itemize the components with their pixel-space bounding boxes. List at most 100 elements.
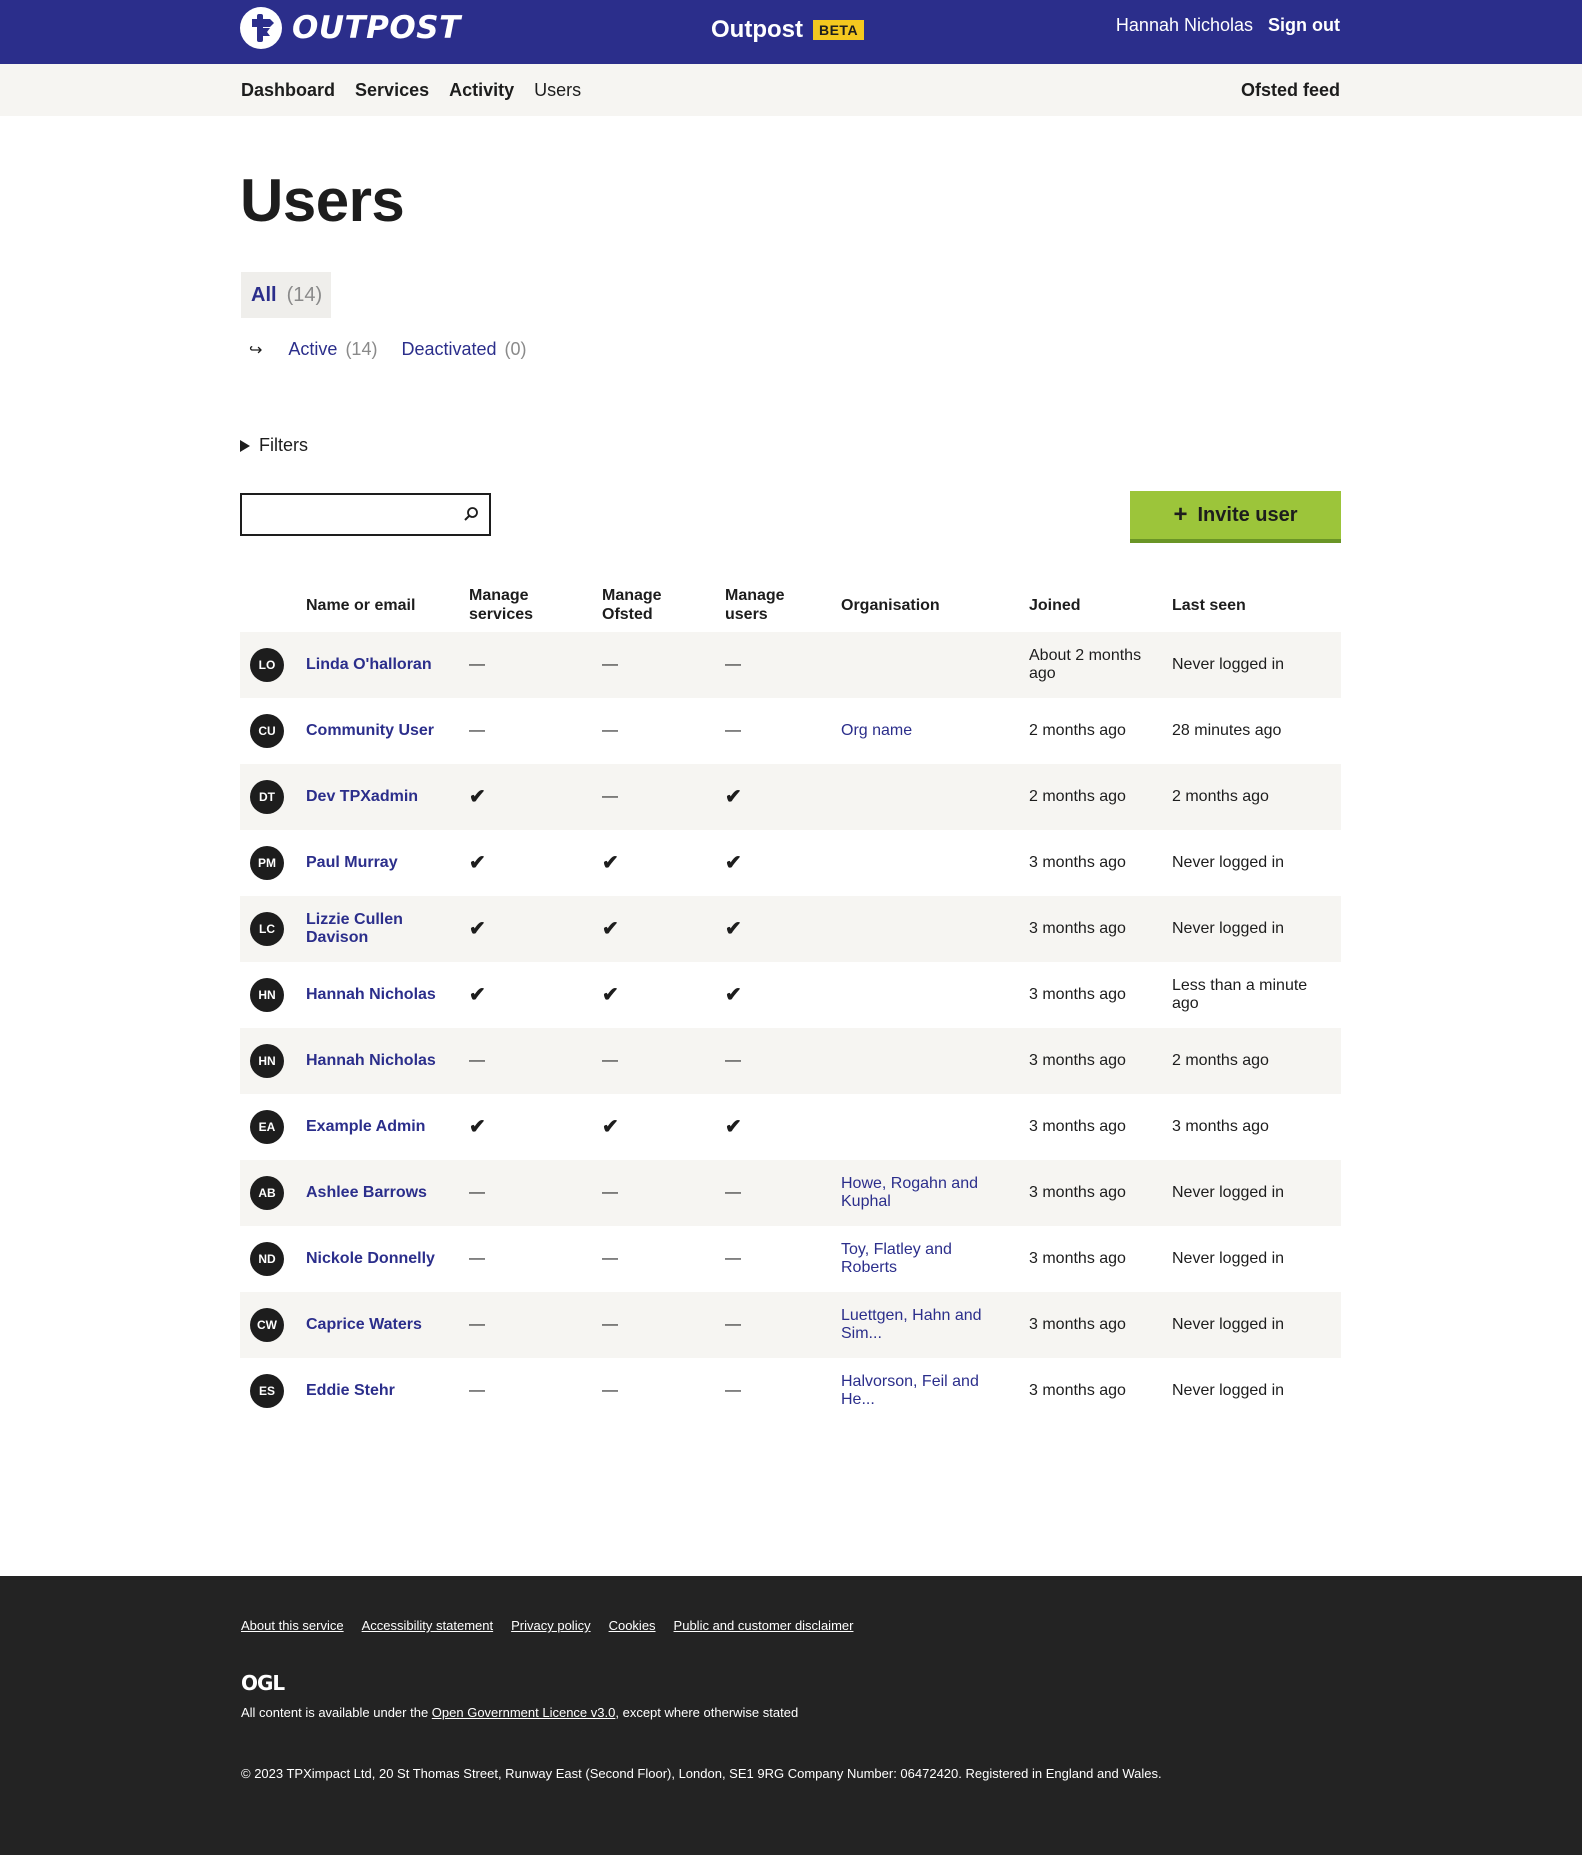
last-seen-value: 28 minutes ago — [1172, 722, 1282, 739]
user-menu: Hannah Nicholas Sign out — [1116, 15, 1340, 36]
user-name-link[interactable]: Hannah Nicholas — [306, 1052, 436, 1070]
logo-wordmark: OUTPOST — [292, 10, 461, 46]
tab-all[interactable]: All (14) — [241, 272, 331, 318]
header-manage-ofsted-line1: Manage — [602, 587, 662, 604]
table-row: CW Caprice Waters — — — Luettgen, Hahn and Si… — [240, 1292, 1341, 1358]
no-permission-dash-cell: — — [602, 1292, 702, 1358]
checkmark-icon: ✔ — [602, 1116, 619, 1138]
service-name[interactable]: Outpost BETA — [711, 16, 865, 44]
avatar: LO — [250, 648, 284, 682]
user-name-link-cell: Nickole Donnelly — [306, 1226, 456, 1292]
disclosure-triangle-icon — [240, 439, 250, 452]
header-manage-services-line1: Manage — [469, 587, 529, 604]
checkmark-icon-cell: ✔ — [602, 896, 702, 962]
subtab-active[interactable]: Active — [288, 339, 337, 360]
footer-link-disclaimer[interactable]: Public and customer disclaimer — [674, 1618, 854, 1633]
user-name-link[interactable]: Caprice Waters — [306, 1316, 422, 1334]
checkmark-icon: ✔ — [469, 1116, 486, 1138]
search-box — [240, 493, 491, 536]
header-joined: Joined — [1029, 597, 1081, 614]
nav-item-dashboard[interactable]: Dashboard — [241, 80, 335, 101]
organisation-link-cell — [841, 1094, 991, 1160]
header-manage-users-line1: Manage — [725, 587, 785, 604]
last-seen-value-cell: 3 months ago — [1172, 1094, 1332, 1160]
joined-value-cell: 3 months ago — [1029, 1226, 1159, 1292]
user-name-link[interactable]: Eddie Stehr — [306, 1382, 395, 1400]
joined-value: 3 months ago — [1029, 920, 1126, 937]
primary-navigation: Dashboard Services Activity Users Ofsted… — [0, 64, 1582, 116]
tab-all-count: (14) — [286, 283, 323, 306]
user-name-link[interactable]: Example Admin — [306, 1118, 425, 1136]
table-row: ES Eddie Stehr — — — Halvorson, Feil and He..… — [240, 1358, 1341, 1424]
user-name-link[interactable]: Linda O'halloran — [306, 656, 432, 674]
page-title: Users — [240, 167, 405, 234]
no-permission-dash: — — [602, 1382, 618, 1399]
licence-link[interactable]: Open Government Licence v3.0 — [432, 1705, 616, 1720]
nav-item-activity[interactable]: Activity — [449, 80, 514, 101]
organisation-link[interactable]: Org name — [841, 722, 912, 740]
footer-link-privacy[interactable]: Privacy policy — [511, 1618, 590, 1633]
plus-icon: + — [1173, 501, 1188, 528]
invite-user-label: Invite user — [1197, 503, 1298, 526]
search-icon[interactable] — [463, 506, 479, 527]
organisation-link-cell — [841, 764, 991, 830]
no-permission-dash-cell: — — [469, 698, 569, 764]
avatar: ND — [250, 1242, 284, 1276]
footer-link-accessibility[interactable]: Accessibility statement — [362, 1618, 494, 1633]
user-name-link[interactable]: Lizzie Cullen Davison — [306, 911, 456, 947]
no-permission-dash: — — [725, 1052, 741, 1069]
organisation-link-cell — [841, 632, 991, 698]
checkmark-icon: ✔ — [469, 984, 486, 1006]
table-row: LC Lizzie Cullen Davison ✔ ✔ ✔ 3 months ago Ne… — [240, 896, 1341, 962]
user-name-link[interactable]: Dev TPXadmin — [306, 788, 418, 806]
no-permission-dash: — — [602, 1316, 618, 1333]
invite-user-button[interactable]: + Invite user — [1130, 491, 1341, 543]
table-body: LO Linda O'halloran — — — About 2 months ago N… — [240, 632, 1341, 1424]
organisation-link-cell — [841, 1028, 991, 1094]
last-seen-value-cell: 28 minutes ago — [1172, 698, 1332, 764]
avatar: HN — [250, 1044, 284, 1078]
subtab-deactivated-count: (0) — [504, 339, 527, 359]
user-name-link-cell: Paul Murray — [306, 830, 456, 896]
nav-item-ofsted-feed[interactable]: Ofsted feed — [1241, 80, 1340, 101]
user-name-link[interactable]: Ashlee Barrows — [306, 1184, 427, 1202]
user-name-link[interactable]: Paul Murray — [306, 854, 398, 872]
search-input[interactable] — [248, 497, 452, 535]
organisation-link[interactable]: Howe, Rogahn and Kuphal — [841, 1175, 991, 1211]
user-name-link-cell: Hannah Nicholas — [306, 962, 456, 1028]
user-name-link[interactable]: Hannah Nicholas — [306, 986, 436, 1004]
footer-link-about[interactable]: About this service — [241, 1618, 344, 1633]
user-name-link-cell: Community User — [306, 698, 456, 764]
user-name-link-cell: Example Admin — [306, 1094, 456, 1160]
avatar: PM — [250, 846, 284, 880]
outpost-logo[interactable]: OUTPOST — [240, 6, 461, 50]
checkmark-icon-cell: ✔ — [602, 830, 702, 896]
no-permission-dash: — — [602, 1184, 618, 1201]
no-permission-dash: — — [602, 1250, 618, 1267]
filters-toggle[interactable]: Filters — [240, 435, 308, 456]
user-name-link[interactable]: Community User — [306, 722, 434, 740]
user-name-link[interactable]: Nickole Donnelly — [306, 1250, 435, 1268]
organisation-link[interactable]: Luettgen, Hahn and Sim... — [841, 1307, 991, 1343]
footer-links: About this service Accessibility stateme… — [241, 1618, 871, 1633]
joined-value-cell: 3 months ago — [1029, 1094, 1159, 1160]
subtab-deactivated[interactable]: Deactivated — [401, 339, 496, 360]
last-seen-value: Never logged in — [1172, 656, 1285, 673]
no-permission-dash: — — [725, 1184, 741, 1201]
joined-value-cell: 3 months ago — [1029, 1292, 1159, 1358]
no-permission-dash-cell: — — [602, 698, 702, 764]
organisation-link[interactable]: Halvorson, Feil and He... — [841, 1373, 991, 1409]
footer-link-cookies[interactable]: Cookies — [609, 1618, 656, 1633]
organisation-link[interactable]: Toy, Flatley and Roberts — [841, 1241, 991, 1277]
nav-item-services[interactable]: Services — [355, 80, 429, 101]
table-row: CU Community User — — — Org name 2 months ago 2… — [240, 698, 1341, 764]
header-organisation: Organisation — [841, 597, 940, 614]
joined-value-cell: About 2 months ago — [1029, 632, 1159, 698]
last-seen-value: Never logged in — [1172, 1184, 1285, 1201]
sign-out-link[interactable]: Sign out — [1268, 15, 1340, 36]
site-footer: About this service Accessibility stateme… — [0, 1576, 1582, 1855]
checkmark-icon-cell: ✔ — [602, 962, 702, 1028]
nav-item-users[interactable]: Users — [534, 80, 581, 101]
header-manage-ofsted-line2: Ofsted — [602, 606, 653, 623]
user-name-link-cell: Dev TPXadmin — [306, 764, 456, 830]
